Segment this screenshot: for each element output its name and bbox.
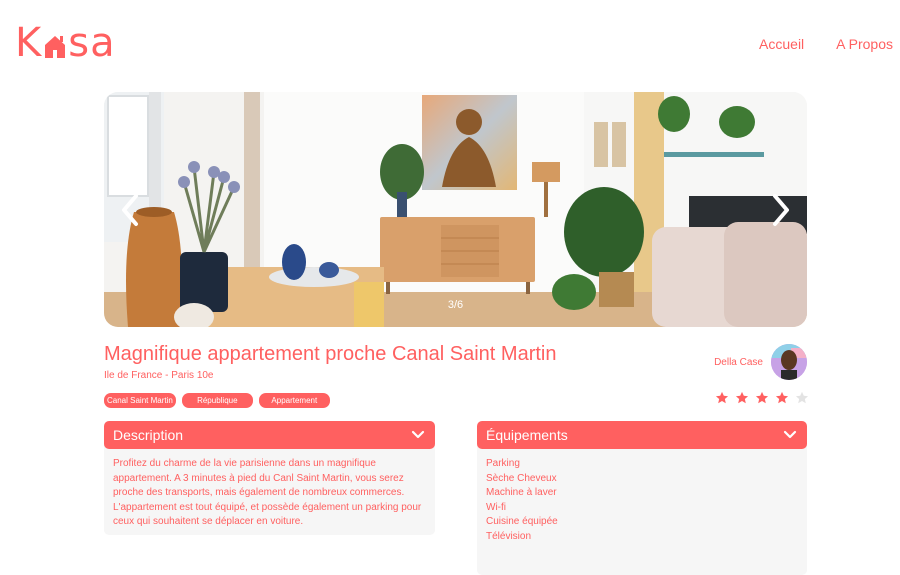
star-icon: [795, 391, 809, 404]
apartment-photo: [104, 92, 807, 327]
star-icon: [715, 391, 729, 404]
equipments-toggle[interactable]: Équipements: [477, 421, 807, 449]
tag: République: [181, 393, 253, 408]
photo-carousel: 3/6: [104, 92, 807, 327]
star-icon: [735, 391, 749, 404]
nav-link-a-propos[interactable]: A Propos: [836, 36, 893, 52]
chevron-right-icon[interactable]: [767, 192, 795, 228]
description-label: Description: [113, 427, 184, 443]
nav-link-accueil[interactable]: Accueil: [759, 36, 804, 52]
list-item: Cuisine équipée: [486, 516, 558, 528]
listing-location: Ile de France - Paris 10e: [104, 370, 214, 381]
listing-title: Magnifique appartement proche Canal Sain…: [104, 343, 557, 365]
equipments-body: Parking Sèche Cheveux Machine à laver Wi…: [477, 444, 807, 575]
avatar: [771, 344, 807, 380]
photo-counter: 3/6: [447, 299, 464, 311]
star-icon: [755, 391, 769, 404]
main-nav: Accueil A Propos: [759, 36, 893, 52]
chevron-down-icon: [783, 430, 797, 439]
rating-stars: [715, 391, 809, 405]
house-icon: [45, 36, 66, 58]
host-name: Della Case: [714, 356, 763, 368]
logo-letter-k: K: [15, 20, 43, 66]
description-toggle[interactable]: Description: [104, 421, 435, 449]
host-photo: [771, 344, 807, 380]
tag: Canal Saint Martin: [104, 393, 176, 408]
chevron-left-icon[interactable]: [116, 192, 144, 228]
chevron-down-icon: [411, 430, 425, 439]
list-item: Sèche Cheveux: [486, 472, 557, 484]
description-text: Profitez du charme de la vie parisienne …: [113, 458, 422, 528]
kasa-logo[interactable]: K sa: [15, 22, 116, 64]
star-icon: [775, 391, 789, 404]
description-collapse: Description Profitez du charme de la vie…: [104, 421, 435, 535]
tag-list: Canal Saint Martin République Appartemen…: [104, 393, 330, 408]
description-body: Profitez du charme de la vie parisienne …: [104, 444, 435, 535]
list-item: Télévision: [486, 530, 532, 542]
equipments-label: Équipements: [486, 427, 568, 443]
logo-letters-sa: sa: [68, 20, 116, 66]
equipment-list: Parking Sèche Cheveux Machine à laver Wi…: [486, 457, 798, 545]
host-info: Della Case: [714, 344, 807, 380]
tag: Appartement: [258, 393, 330, 408]
list-item: Wi-fi: [486, 501, 506, 513]
equipments-collapse: Équipements Parking Sèche Cheveux Machin…: [477, 421, 807, 575]
list-item: Machine à laver: [486, 487, 557, 499]
list-item: Parking: [486, 458, 520, 469]
